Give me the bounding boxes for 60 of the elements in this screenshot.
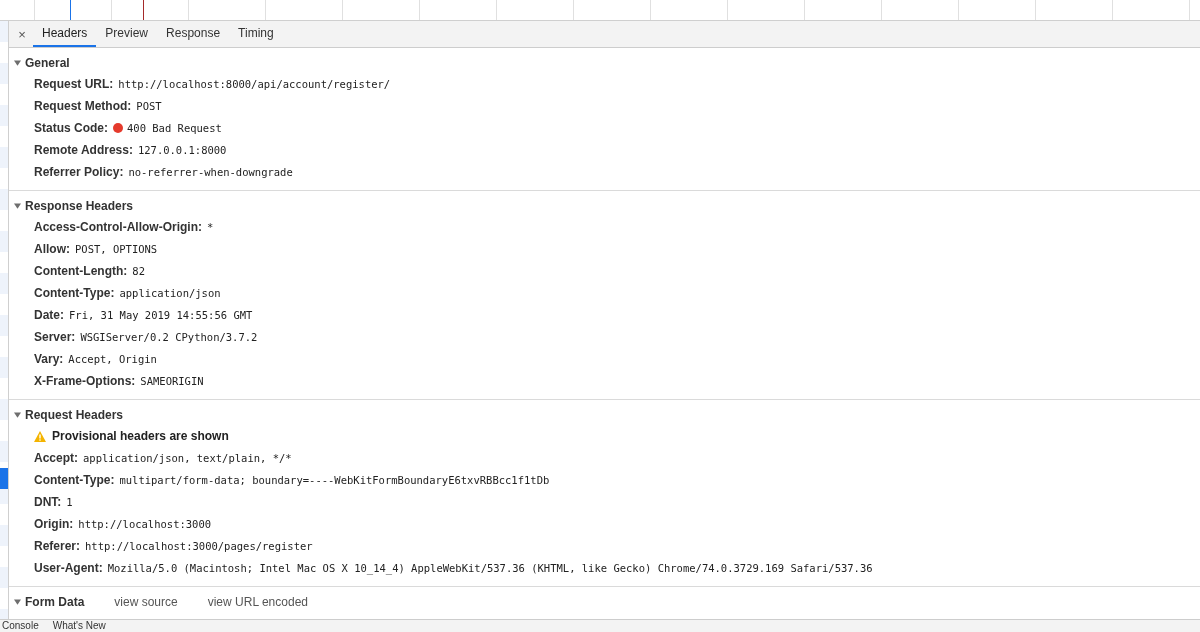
header-value: 127.0.0.1:8000	[137, 144, 227, 156]
header-name: Remote Address:	[34, 143, 133, 157]
section-title[interactable]: Response Headers	[25, 199, 134, 213]
header-value: *	[207, 221, 214, 233]
header-name: Content-Type:	[34, 473, 115, 487]
header-name: DNT:	[34, 495, 62, 509]
load-marker	[143, 0, 144, 20]
header-name: Request URL:	[34, 77, 114, 91]
header-name: Vary:	[34, 352, 64, 366]
drawer-tab[interactable]: Console	[0, 620, 51, 632]
header-value: Mozilla/5.0 (Macintosh; Intel Mac OS X 10_14_4) AppleWebKit/537.36 (KHTML, like Gecko) Chrome/74.0.3729.169 Safari/537.36	[107, 562, 873, 574]
view-link[interactable]: view URL encoded	[207, 595, 308, 609]
section-title[interactable]: Form Data	[25, 595, 85, 609]
header-name: Referer:	[34, 539, 81, 553]
view-link[interactable]: view source	[114, 595, 178, 609]
dom-loaded-marker	[70, 0, 71, 20]
header-value: multipart/form-data; boundary=----WebKitFormBoundaryE6txvRBBcc1f1tDb	[119, 474, 550, 486]
header-value: Fri, 31 May 2019 14:55:56 GMT	[69, 309, 253, 321]
header-name: Date:	[34, 308, 64, 322]
header-value: 400 Bad Request	[127, 122, 222, 134]
header-value: no-referrer-when-downgrade	[128, 166, 293, 178]
disclosure-triangle-icon[interactable]	[14, 412, 21, 418]
header-value: POST	[136, 100, 162, 112]
header-value: SAMEORIGIN	[140, 375, 204, 387]
header-name: Content-Length:	[34, 264, 128, 278]
warning-text: Provisional headers are shown	[52, 429, 229, 443]
header-value: http://localhost:3000	[78, 518, 212, 530]
header-value: application/json, text/plain, */*	[83, 452, 292, 464]
selected-request-row	[0, 468, 8, 489]
drawer-tab[interactable]: What's New	[50, 620, 118, 632]
close-button[interactable]: ×	[11, 21, 33, 47]
header-name: Status Code:	[34, 121, 108, 135]
header-value: http://localhost:8000/api/account/register/	[118, 78, 391, 90]
header-name: Referrer Policy:	[34, 165, 124, 179]
header-name: X-Frame-Options:	[34, 374, 136, 388]
disclosure-triangle-icon[interactable]	[14, 60, 21, 66]
header-name: Request Method:	[34, 99, 132, 113]
header-name: Accept:	[34, 451, 78, 465]
tab[interactable]: Response	[157, 21, 230, 47]
header-name: Allow:	[34, 242, 70, 256]
header-value: http://localhost:3000/pages/register	[85, 540, 313, 552]
header-value: 1	[66, 496, 73, 508]
header-name: Content-Type:	[34, 286, 115, 300]
tab[interactable]: Headers	[33, 21, 97, 47]
disclosure-triangle-icon[interactable]	[14, 203, 21, 209]
header-value: WSGIServer/0.2 CPython/3.7.2	[80, 331, 258, 343]
header-name: Access-Control-Allow-Origin:	[34, 220, 202, 234]
warning-icon	[34, 430, 46, 442]
header-value: Accept, Origin	[68, 353, 157, 365]
header-value: POST, OPTIONS	[75, 243, 158, 255]
disclosure-triangle-icon[interactable]	[14, 599, 21, 605]
header-name: User-Agent:	[34, 561, 103, 575]
tab[interactable]: Preview	[96, 21, 158, 47]
tab[interactable]: Timing	[229, 21, 283, 47]
header-value: application/json	[119, 287, 221, 299]
header-name: Server:	[34, 330, 76, 344]
header-value: 82	[132, 265, 145, 277]
header-name: Origin:	[34, 517, 74, 531]
section-title[interactable]: General	[25, 56, 70, 70]
section-title[interactable]: Request Headers	[25, 408, 124, 422]
